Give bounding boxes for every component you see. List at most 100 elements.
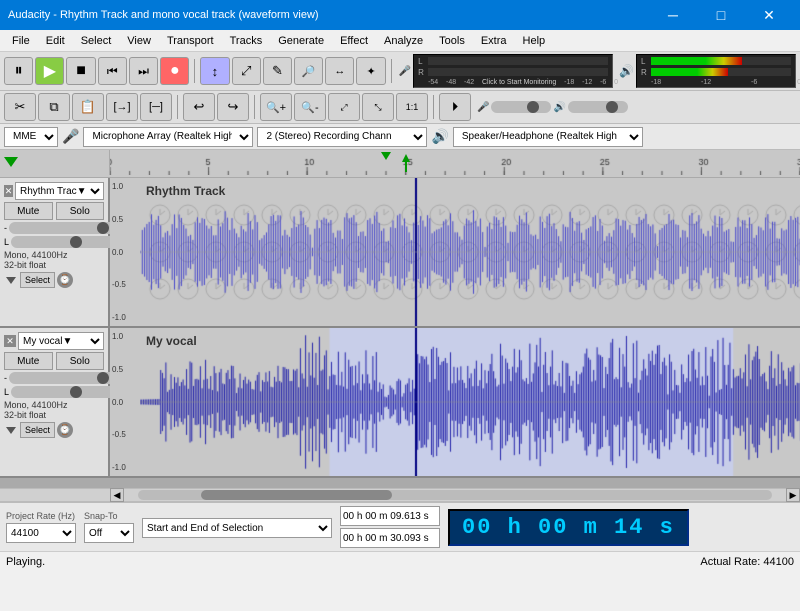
ruler-content[interactable] — [110, 150, 800, 175]
redo-button[interactable]: ↪ — [217, 93, 249, 121]
rhythm-track-name-select[interactable]: Rhythm Trac▼ — [15, 182, 104, 200]
rhythm-vol-min-label: - — [4, 223, 7, 233]
zoom-sel-button[interactable]: ⤢ — [328, 93, 360, 121]
playing-status: Playing. — [6, 556, 45, 568]
vocal-waveform-area[interactable]: 1.0 0.5 0.0 -0.5 -1.0 My vocal — [110, 328, 800, 476]
vocal-select-button[interactable]: Select — [20, 422, 55, 438]
meter-scale-42: -42 — [464, 79, 474, 86]
skip-start-button[interactable]: ⏮ — [98, 57, 127, 85]
playback-meter[interactable]: L R -18 -12 -6 0 — [636, 54, 796, 88]
pb-scale-12: -12 — [701, 79, 711, 86]
vocal-waveform-canvas[interactable] — [140, 328, 800, 476]
rhythm-mute-button[interactable]: Mute — [4, 202, 53, 220]
vocal-track-name-select[interactable]: My vocal▼ — [18, 332, 104, 350]
vocal-solo-button[interactable]: Solo — [56, 352, 105, 370]
menu-tools[interactable]: Tools — [431, 33, 473, 49]
scroll-right-button[interactable]: ▶ — [786, 488, 800, 502]
pause-button[interactable]: ⏸ — [4, 57, 33, 85]
vocal-time-icon[interactable]: ⌚ — [57, 422, 73, 438]
scroll-left-button[interactable]: ◀ — [110, 488, 124, 502]
scrollbar-thumb[interactable] — [201, 490, 391, 500]
menu-effect[interactable]: Effect — [332, 33, 376, 49]
rhythm-solo-button[interactable]: Solo — [56, 202, 105, 220]
rhythm-volume-row: - + — [4, 222, 104, 234]
record-button[interactable]: ● — [160, 57, 189, 85]
host-select[interactable]: MME — [4, 127, 58, 147]
mic-icon: 🎤 — [399, 66, 411, 77]
copy-button[interactable]: ⧉ — [38, 93, 70, 121]
rhythm-y-axis: 1.0 0.5 0.0 -0.5 -1.0 — [110, 178, 140, 326]
rhythm-track-close-button[interactable]: ✕ — [4, 185, 13, 197]
menu-file[interactable]: File — [4, 33, 38, 49]
project-rate-select[interactable]: 44100 — [6, 523, 76, 543]
horizontal-scrollbar-row: ◀ ▶ — [0, 488, 800, 502]
draw-tool-button[interactable]: ✎ — [263, 57, 292, 85]
input-device-select[interactable]: Microphone Array (Realtek High — [83, 127, 253, 147]
vocal-track-close-button[interactable]: ✕ — [4, 335, 16, 347]
menu-view[interactable]: View — [119, 33, 159, 49]
meter-scale-0: 0 — [614, 79, 618, 86]
snap-to-select[interactable]: Off — [84, 523, 134, 543]
output-device-select[interactable]: Speaker/Headphone (Realtek High — [453, 127, 643, 147]
rhythm-waveform-canvas[interactable] — [140, 178, 800, 326]
timeline-ruler — [0, 150, 800, 178]
ruler-playhead — [381, 152, 391, 160]
menu-tracks[interactable]: Tracks — [222, 33, 271, 49]
selection-start-input[interactable] — [340, 506, 440, 526]
menu-extra[interactable]: Extra — [473, 33, 515, 49]
stop-button[interactable]: ■ — [66, 57, 95, 85]
maximize-button[interactable]: □ — [698, 0, 744, 30]
rhythm-track-label: Rhythm Track — [146, 184, 225, 198]
selection-end-input[interactable] — [340, 528, 440, 548]
rhythm-waveform-area[interactable]: 1.0 0.5 0.0 -0.5 -1.0 Rhythm Track — [110, 178, 800, 326]
silence-button[interactable]: [─] — [140, 93, 172, 121]
paste-button[interactable]: 📋 — [72, 93, 104, 121]
selection-format-select[interactable]: Start and End of Selection — [142, 518, 332, 538]
zoom-reset-button[interactable]: 1:1 — [396, 93, 428, 121]
skip-end-button[interactable]: ⏭ — [129, 57, 158, 85]
menu-select[interactable]: Select — [73, 33, 120, 49]
undo-button[interactable]: ↩ — [183, 93, 215, 121]
tracks-container: ✕ Rhythm Trac▼ Mute Solo - + L R Mono, 4… — [0, 178, 800, 488]
play-button[interactable]: ▶ — [35, 57, 64, 85]
envelope-tool-button[interactable]: ⤢ — [232, 57, 261, 85]
zoom-fit-button[interactable]: ⤡ — [362, 93, 394, 121]
horizontal-scrollbar[interactable] — [138, 490, 772, 500]
device-toolbar: MME 🎤 Microphone Array (Realtek High 2 (… — [0, 124, 800, 150]
select-tool-button[interactable]: ↕ — [200, 57, 229, 85]
vocal-mute-button[interactable]: Mute — [4, 352, 53, 370]
menu-help[interactable]: Help — [515, 33, 554, 49]
snap-to-group: Snap-To Off — [84, 511, 134, 543]
close-button[interactable]: ✕ — [746, 0, 792, 30]
meter-l-label: L — [418, 57, 426, 66]
channels-select[interactable]: 2 (Stereo) Recording Chann — [257, 127, 427, 147]
meter-click[interactable]: Click to Start Monitoring — [482, 79, 556, 86]
cut-button[interactable]: ✂ — [4, 93, 36, 121]
menu-edit[interactable]: Edit — [38, 33, 73, 49]
skip-fwd-button[interactable]: ⏵ — [439, 93, 471, 121]
rhythm-select-button[interactable]: Select — [20, 272, 55, 288]
output-volume-slider[interactable] — [568, 101, 628, 113]
vocal-volume-row: - + — [4, 372, 104, 384]
meter-scale-6: -6 — [600, 79, 606, 86]
menu-generate[interactable]: Generate — [270, 33, 332, 49]
meter-scale-54: -54 — [428, 79, 438, 86]
title-bar: Audacity - Rhythm Track and mono vocal t… — [0, 0, 800, 30]
input-volume-slider[interactable] — [491, 101, 551, 113]
multi-tool-button[interactable]: ✦ — [356, 57, 385, 85]
speaker-vol-label: 🔊 — [553, 102, 565, 113]
rhythm-time-icon[interactable]: ⌚ — [57, 272, 73, 288]
menu-analyze[interactable]: Analyze — [376, 33, 431, 49]
zoom-out-button[interactable]: 🔍- — [294, 93, 326, 121]
menu-transport[interactable]: Transport — [159, 33, 222, 49]
edit-toolbar: ✂ ⧉ 📋 [→] [─] ↩ ↪ 🔍+ 🔍- ⤢ ⤡ 1:1 ⏵ 🎤 🔊 — [0, 91, 800, 124]
zoom-tool-button[interactable]: 🔎 — [294, 57, 323, 85]
actual-rate-status: Actual Rate: 44100 — [700, 556, 794, 568]
separator-1 — [194, 59, 195, 83]
time-shift-tool-button[interactable]: ↔ — [325, 57, 354, 85]
transport-toolbar: ⏸ ▶ ■ ⏮ ⏭ ● ↕ ⤢ ✎ 🔎 ↔ ✦ 🎤 L R -54 -48 -4… — [0, 52, 800, 91]
recording-meter[interactable]: L R -54 -48 -42 Click to Start Monitorin… — [413, 54, 613, 88]
minimize-button[interactable]: ─ — [650, 0, 696, 30]
zoom-in-button[interactable]: 🔍+ — [260, 93, 292, 121]
trim-button[interactable]: [→] — [106, 93, 138, 121]
